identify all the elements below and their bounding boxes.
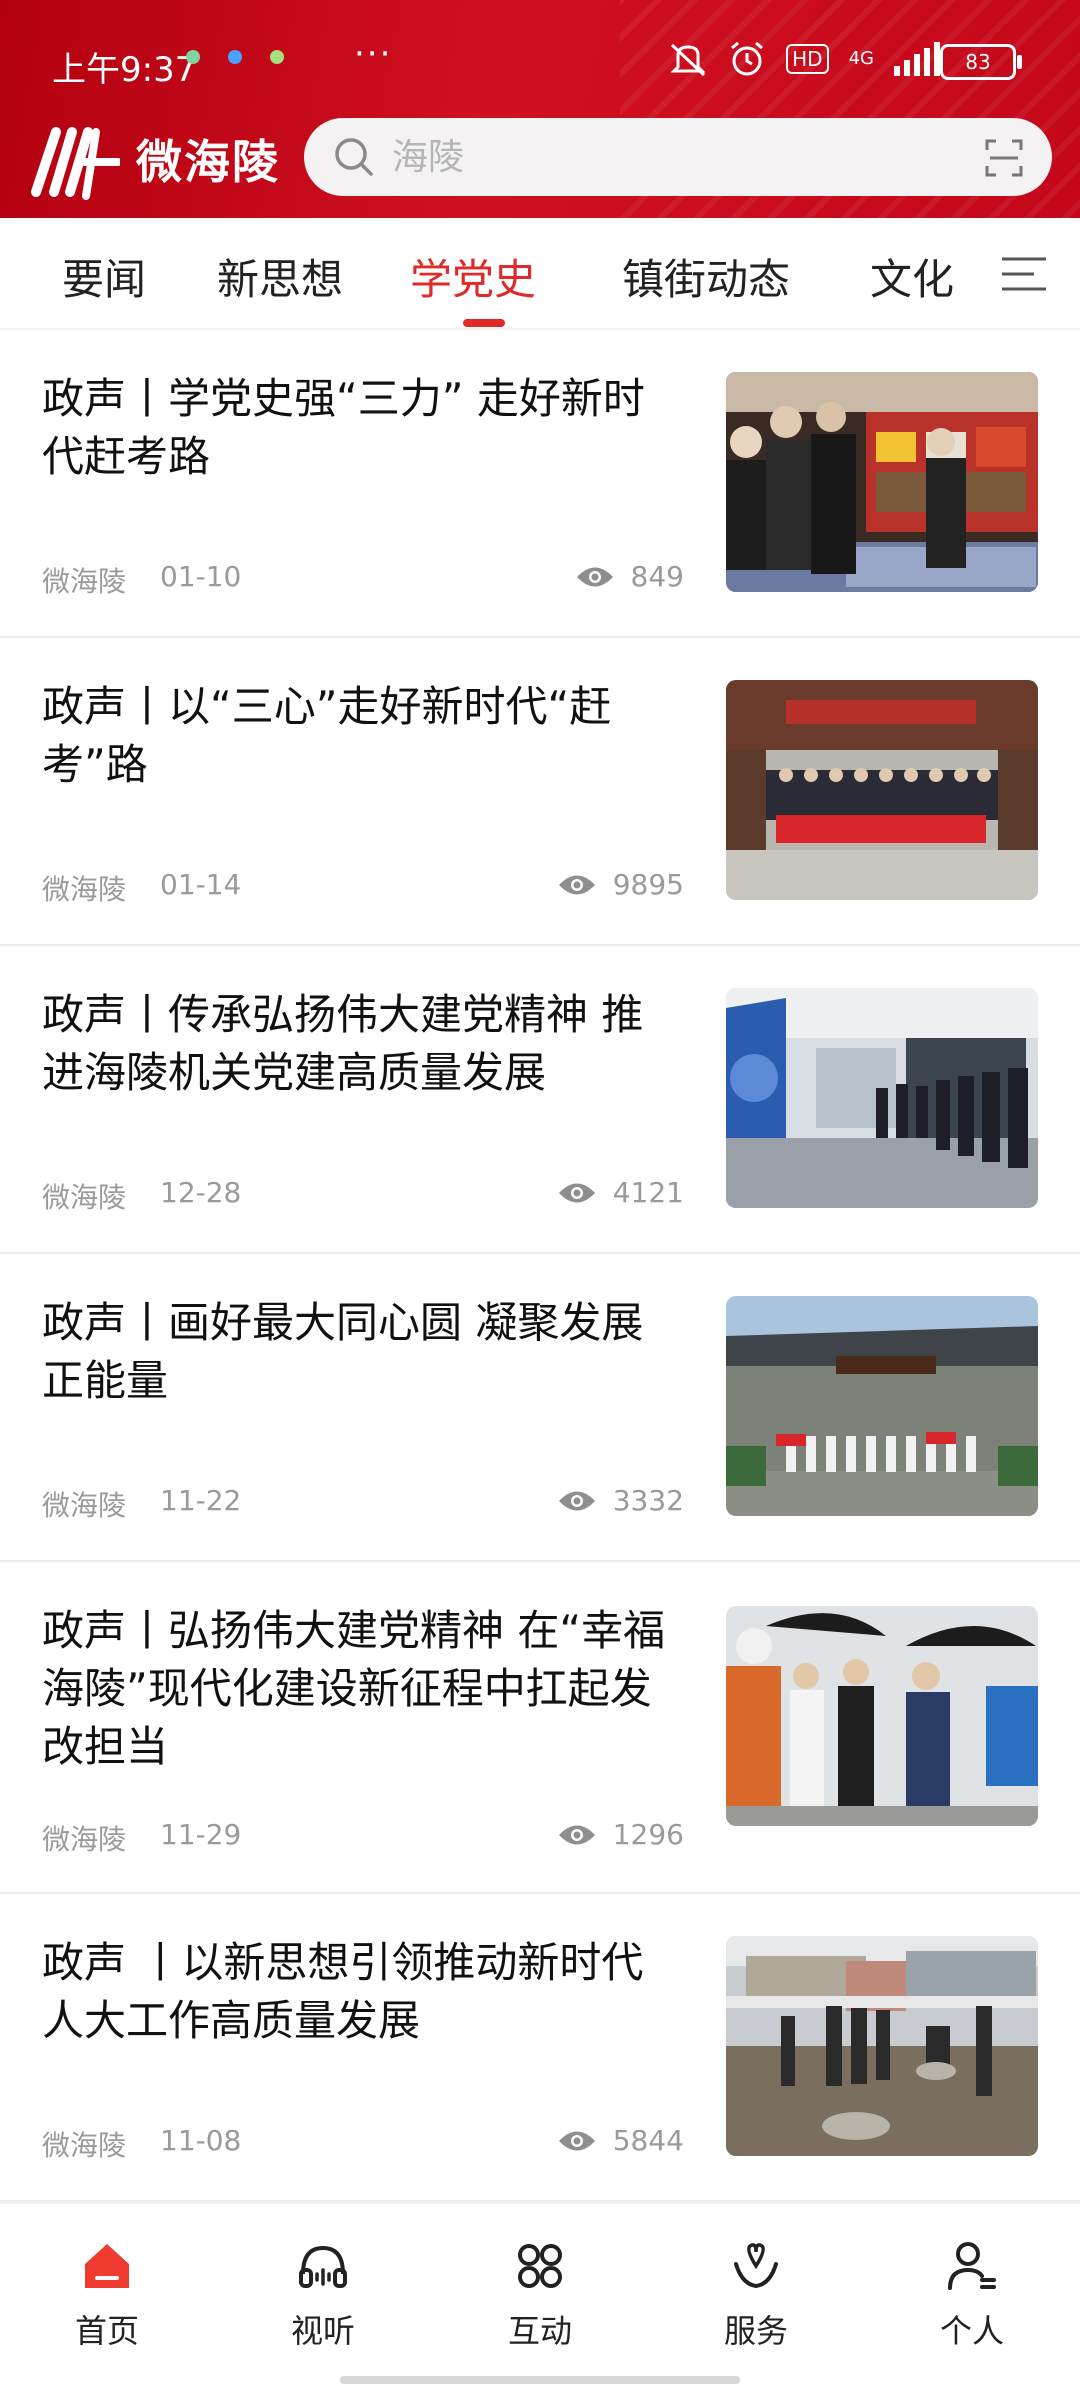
news-views: 3332 — [557, 1484, 684, 1517]
news-title[interactable]: 政声丨传承弘扬伟大建党精神 推进海陵机关党建高质量发展 — [42, 986, 682, 1102]
app-notification-icon — [228, 50, 242, 64]
app-notification-icon — [270, 50, 284, 64]
news-item[interactable]: 政声丨学党史强“三力” 走好新时代赶考路 微海陵 01-10 849 — [0, 330, 1080, 638]
app-name: 微海陵 — [136, 135, 280, 189]
home-icon — [85, 2244, 129, 2288]
home-indicator[interactable] — [340, 2376, 740, 2384]
views-count: 9895 — [612, 868, 684, 901]
views-count: 1296 — [612, 1818, 684, 1851]
news-views: 849 — [575, 560, 684, 593]
hd-badge: HD — [786, 44, 829, 74]
news-date: 12-28 — [160, 1176, 242, 1209]
news-thumbnail[interactable] — [726, 1936, 1038, 2156]
news-date: 01-14 — [160, 868, 242, 901]
nav-label: 首页 — [74, 2312, 139, 2350]
tab-yaowen[interactable]: 要闻 — [62, 246, 146, 307]
nav-interact[interactable]: 互动 — [480, 2240, 600, 2352]
search-bar[interactable] — [304, 118, 1052, 196]
eye-icon — [558, 1183, 595, 1202]
news-source: 微海陵 — [42, 1181, 127, 1214]
tab-xinsixiang[interactable]: 新思想 — [217, 246, 343, 307]
news-views: 1296 — [557, 1818, 684, 1851]
views-count: 3332 — [612, 1484, 684, 1517]
news-date: 11-08 — [160, 2124, 242, 2157]
notification-icons — [186, 50, 284, 64]
news-item[interactable]: 政声 丨以新思想引领推动新时代人大工作高质量发展 微海陵 11-08 5844 — [0, 1894, 1080, 2202]
search-icon — [335, 138, 373, 176]
news-date: 11-29 — [160, 1818, 242, 1851]
news-source: 微海陵 — [42, 1489, 127, 1522]
nav-label: 视听 — [290, 2312, 355, 2350]
news-date: 01-10 — [160, 560, 242, 593]
news-views: 4121 — [557, 1176, 684, 1209]
eye-icon — [558, 875, 595, 894]
nav-service[interactable]: 服务 — [696, 2240, 816, 2352]
logo-icon — [31, 127, 120, 200]
status-time: 上午9:37 — [52, 50, 197, 90]
news-list: 政声丨学党史强“三力” 走好新时代赶考路 微海陵 01-10 849 政声丨以“… — [0, 330, 1080, 2202]
news-views: 9895 — [557, 868, 684, 901]
news-item[interactable]: 政声丨画好最大同心圆 凝聚发展正能量 微海陵 11-22 3332 — [0, 1254, 1080, 1562]
news-item[interactable]: 政声丨传承弘扬伟大建党精神 推进海陵机关党建高质量发展 微海陵 12-28 41… — [0, 946, 1080, 1254]
interact-icon — [518, 2244, 562, 2288]
views-count: 5844 — [612, 2124, 684, 2157]
scan-icon[interactable] — [984, 138, 1024, 178]
tab-wenhua[interactable]: 文化 — [870, 246, 954, 307]
news-title[interactable]: 政声丨弘扬伟大建党精神 在“幸福海陵”现代化建设新征程中扛起发改担当 — [42, 1602, 682, 1776]
eye-icon — [558, 1491, 595, 1510]
nav-label: 服务 — [723, 2312, 788, 2350]
news-item[interactable]: 政声丨以“三心”走好新时代“赶考”路 微海陵 01-14 9895 — [0, 638, 1080, 946]
nav-audio-video[interactable]: 视听 — [263, 2240, 383, 2352]
active-tab-indicator — [463, 319, 505, 327]
news-thumbnail[interactable] — [726, 988, 1038, 1208]
news-source: 微海陵 — [42, 2129, 127, 2162]
eye-icon — [558, 2131, 595, 2150]
bottom-navigation: 首页 视听 互动 服务 个人 — [0, 2202, 1080, 2402]
search-input[interactable] — [390, 135, 954, 179]
app-notification-icon — [186, 50, 200, 64]
news-thumbnail[interactable] — [726, 1606, 1038, 1826]
battery-icon: 83 — [940, 44, 1022, 80]
news-title[interactable]: 政声丨以“三心”走好新时代“赶考”路 — [42, 678, 682, 794]
news-thumbnail[interactable] — [726, 680, 1038, 900]
network-type: 4G — [848, 48, 874, 69]
service-icon — [734, 2243, 778, 2289]
news-source: 微海陵 — [42, 565, 127, 598]
news-item[interactable]: 政声丨弘扬伟大建党精神 在“幸福海陵”现代化建设新征程中扛起发改担当 微海陵 1… — [0, 1562, 1080, 1894]
news-thumbnail[interactable] — [726, 372, 1038, 592]
status-more: ··· — [354, 34, 393, 74]
news-source: 微海陵 — [42, 1823, 127, 1856]
tab-xuedangshi[interactable]: 学党史 — [410, 246, 536, 307]
mute-icon — [670, 43, 706, 77]
views-count: 4121 — [612, 1176, 684, 1209]
eye-icon — [558, 1825, 595, 1844]
nav-home[interactable]: 首页 — [47, 2240, 167, 2352]
headphones-icon — [299, 2245, 347, 2288]
person-icon — [948, 2242, 996, 2290]
nav-personal[interactable]: 个人 — [912, 2240, 1032, 2352]
category-menu-icon[interactable] — [1000, 255, 1048, 293]
news-title[interactable]: 政声丨画好最大同心圆 凝聚发展正能量 — [42, 1294, 682, 1410]
alarm-icon — [731, 41, 764, 76]
nav-label: 互动 — [507, 2312, 572, 2350]
news-date: 11-22 — [160, 1484, 242, 1517]
news-views: 5844 — [557, 2124, 684, 2157]
nav-label: 个人 — [939, 2312, 1004, 2350]
views-count: 849 — [630, 560, 684, 593]
signal-icon — [894, 42, 940, 76]
status-indicators: HD 4G — [668, 40, 940, 78]
app-header: 上午9:37 ··· HD 4G 83 微海陵 — [0, 0, 1080, 218]
news-thumbnail[interactable] — [726, 1296, 1038, 1516]
tab-zhenjie[interactable]: 镇街动态 — [622, 246, 790, 307]
eye-icon — [576, 567, 613, 586]
news-source: 微海陵 — [42, 873, 127, 906]
news-title[interactable]: 政声丨学党史强“三力” 走好新时代赶考路 — [42, 370, 682, 486]
category-tabs: 要闻 新思想 学党史 镇街动态 文化 — [0, 218, 1080, 328]
news-title[interactable]: 政声 丨以新思想引领推动新时代人大工作高质量发展 — [42, 1934, 682, 2050]
